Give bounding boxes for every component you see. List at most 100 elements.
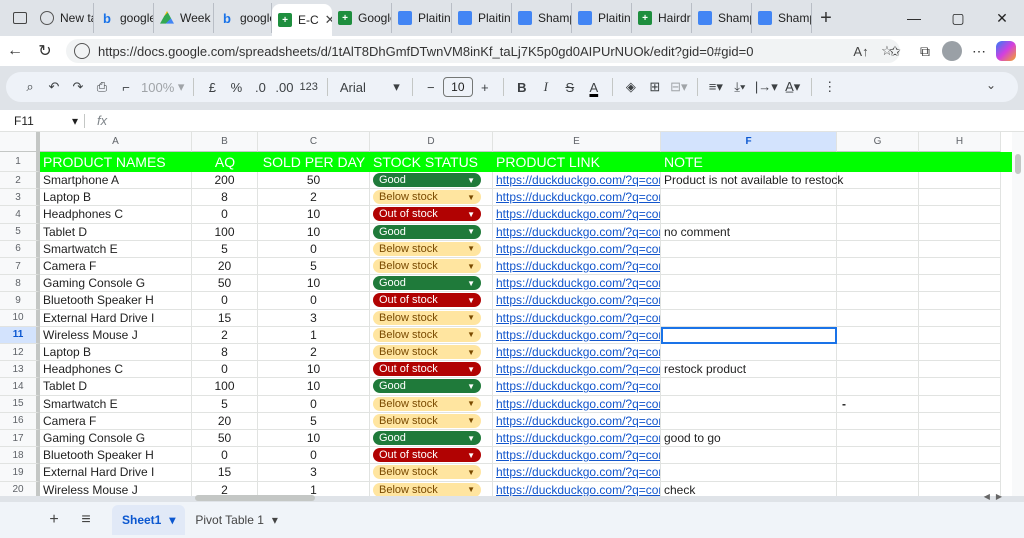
row-header[interactable]: 3	[0, 189, 40, 207]
product-name-cell[interactable]: Smartwatch E	[40, 240, 192, 258]
empty-cell-h[interactable]	[919, 189, 1001, 207]
row-header[interactable]: 10	[0, 309, 40, 327]
sold-per-day-cell[interactable]: 0	[258, 447, 370, 465]
sold-per-day-cell[interactable]: 10	[258, 223, 370, 241]
browser-tab[interactable]: Shampo	[692, 3, 752, 33]
empty-cell-g[interactable]	[837, 189, 919, 207]
empty-cell-h[interactable]	[919, 223, 1001, 241]
status-dropdown-chip[interactable]: Out of stock ▼	[373, 293, 481, 308]
product-name-cell[interactable]: External Hard Drive I	[40, 309, 192, 327]
empty-cell-g[interactable]	[837, 240, 919, 258]
note-cell[interactable]	[661, 378, 837, 396]
decrease-font-size-icon[interactable]: −	[419, 75, 443, 99]
product-link-cell[interactable]: https://duckduckgo.com/?q=conve	[493, 275, 661, 293]
stock-status-cell[interactable]: Below stock ▼	[370, 412, 493, 430]
sold-per-day-cell[interactable]: 1	[258, 481, 370, 496]
active-cell-selection[interactable]	[661, 326, 837, 344]
note-cell[interactable]: check	[661, 481, 837, 496]
note-cell[interactable]	[661, 309, 837, 327]
sold-per-day-cell[interactable]: 3	[258, 464, 370, 482]
row-header[interactable]: 11	[0, 326, 40, 344]
row-header[interactable]: 18	[0, 447, 40, 465]
browser-tab[interactable]: New tab	[34, 3, 94, 33]
browser-tab[interactable]: Plaiting	[452, 3, 512, 33]
product-link-cell[interactable]: https://duckduckgo.com/?q=conve	[493, 412, 661, 430]
status-dropdown-chip[interactable]: Below stock ▼	[373, 310, 481, 325]
profile-avatar[interactable]	[942, 41, 962, 61]
empty-cell-h[interactable]	[919, 240, 1001, 258]
product-name-cell[interactable]: Bluetooth Speaker H	[40, 292, 192, 310]
url-text[interactable]: https://docs.google.com/spreadsheets/d/1…	[98, 44, 848, 59]
quantity-cell[interactable]: 20	[192, 258, 258, 276]
stock-status-cell[interactable]: Out of stock ▼	[370, 361, 493, 379]
italic-icon[interactable]: I	[534, 75, 558, 99]
empty-cell-g[interactable]	[837, 378, 919, 396]
empty-cell-g[interactable]	[837, 326, 919, 344]
column-header-d[interactable]: D	[370, 132, 493, 152]
quantity-cell[interactable]: 2	[192, 481, 258, 496]
stock-status-cell[interactable]: Below stock ▼	[370, 309, 493, 327]
minimize-icon[interactable]: —	[892, 0, 936, 36]
stock-status-cell[interactable]: Below stock ▼	[370, 326, 493, 344]
sold-per-day-cell[interactable]: 2	[258, 344, 370, 362]
sheet-tab[interactable]: Pivot Table 1 ▾	[185, 505, 288, 535]
stock-status-cell[interactable]: Out of stock ▼	[370, 447, 493, 465]
row-header[interactable]: 5	[0, 223, 40, 241]
sold-per-day-cell[interactable]: 1	[258, 326, 370, 344]
empty-cell-h[interactable]	[919, 275, 1001, 293]
note-cell[interactable]	[661, 275, 837, 293]
column-header-a[interactable]: A	[40, 132, 192, 152]
close-tab-icon[interactable]: ✕	[325, 12, 332, 28]
empty-cell-h[interactable]	[919, 361, 1001, 379]
redo-icon[interactable]: ↷	[66, 75, 90, 99]
strikethrough-icon[interactable]: S	[558, 75, 582, 99]
note-cell[interactable]	[661, 412, 837, 430]
more-toolbar-icon[interactable]: ⋮	[818, 75, 842, 99]
stock-status-cell[interactable]: Good ▼	[370, 275, 493, 293]
add-sheet-button[interactable]: +	[38, 506, 70, 534]
status-dropdown-chip[interactable]: Below stock ▼	[373, 241, 481, 256]
product-link-cell[interactable]: https://duckduckgo.com/?q=conve	[493, 464, 661, 482]
quantity-cell[interactable]: 100	[192, 223, 258, 241]
empty-cell-h[interactable]	[919, 258, 1001, 276]
vertical-align-icon[interactable]: ⤓▾	[728, 75, 752, 99]
note-cell[interactable]	[661, 292, 837, 310]
product-name-cell[interactable]: External Hard Drive I	[40, 464, 192, 482]
quantity-cell[interactable]: 15	[192, 464, 258, 482]
browser-tab[interactable]: Plaiting	[572, 3, 632, 33]
product-name-cell[interactable]: Headphones C	[40, 206, 192, 224]
row-header[interactable]: 16	[0, 412, 40, 430]
note-cell[interactable]	[661, 464, 837, 482]
note-cell[interactable]	[661, 189, 837, 207]
browser-tab[interactable]: Shampo	[752, 3, 812, 33]
empty-cell-h[interactable]	[919, 395, 1001, 413]
sold-per-day-cell[interactable]: 50	[258, 172, 370, 190]
stock-status-cell[interactable]: Out of stock ▼	[370, 292, 493, 310]
quantity-cell[interactable]: 20	[192, 412, 258, 430]
browser-tab[interactable]: + Hairdre	[632, 3, 692, 33]
vertical-scrollbar[interactable]	[1012, 132, 1024, 496]
empty-cell-g[interactable]	[837, 464, 919, 482]
quantity-cell[interactable]: 0	[192, 361, 258, 379]
product-name-cell[interactable]: Smartphone A	[40, 172, 192, 190]
row-header[interactable]: 8	[0, 275, 40, 293]
empty-cell-h[interactable]	[919, 206, 1001, 224]
empty-cell-g[interactable]	[837, 447, 919, 465]
empty-cell-h[interactable]	[919, 378, 1001, 396]
row-header[interactable]: 4	[0, 206, 40, 224]
stock-status-cell[interactable]: Below stock ▼	[370, 395, 493, 413]
row-header[interactable]: 9	[0, 292, 40, 310]
decrease-decimal-button[interactable]: .0	[248, 75, 272, 99]
row-header[interactable]: 2	[0, 172, 40, 190]
sold-per-day-cell[interactable]: 10	[258, 206, 370, 224]
stock-status-cell[interactable]: Below stock ▼	[370, 189, 493, 207]
quantity-cell[interactable]: 0	[192, 292, 258, 310]
status-dropdown-chip[interactable]: Good ▼	[373, 431, 481, 446]
status-dropdown-chip[interactable]: Below stock ▼	[373, 345, 481, 360]
collapse-menus-icon[interactable]: ⌄	[986, 78, 996, 92]
more-menu-icon[interactable]: ⋯	[966, 39, 992, 63]
name-box[interactable]: F11 ▾	[0, 114, 84, 128]
status-dropdown-chip[interactable]: Below stock ▼	[373, 396, 481, 411]
chevron-down-icon[interactable]: ▾	[272, 513, 278, 527]
zoom-select[interactable]: 100% ▾	[138, 75, 187, 99]
